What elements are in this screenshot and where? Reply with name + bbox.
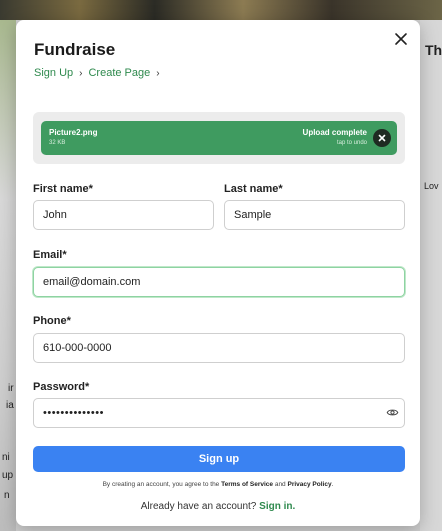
breadcrumb: Sign Up › Create Page ›	[34, 67, 166, 79]
first-name-label: First name*	[33, 183, 93, 195]
file-size: 32 KB	[49, 140, 66, 146]
password-field[interactable]	[33, 398, 405, 428]
undo-upload-button[interactable]	[373, 129, 391, 147]
phone-field[interactable]	[33, 333, 405, 363]
file-name: Picture2.png	[49, 128, 98, 137]
sign-up-button[interactable]: Sign up	[33, 446, 405, 472]
upload-area: Picture2.png 32 KB Upload complete tap t…	[33, 112, 405, 164]
terms-and: and	[274, 481, 286, 488]
upload-status: Upload complete	[302, 128, 367, 137]
eye-icon[interactable]	[386, 406, 399, 419]
email-label: Email*	[33, 249, 67, 261]
terms-prefix: By creating an account, you agree to the	[102, 481, 220, 488]
breadcrumb-item-sign-up[interactable]: Sign Up	[34, 67, 73, 79]
modal-title: Fundraise	[34, 40, 116, 59]
background-text: Lov	[424, 181, 439, 191]
sign-in-link[interactable]: Sign in.	[259, 501, 295, 512]
phone-label: Phone*	[33, 315, 71, 327]
background-heading: Th	[425, 42, 442, 58]
first-name-field[interactable]	[33, 200, 214, 230]
undo-hint: tap to undo	[336, 140, 367, 146]
close-icon	[378, 134, 386, 142]
privacy-policy-link[interactable]: Privacy Policy	[288, 481, 332, 488]
background-text: n	[4, 490, 10, 501]
breadcrumb-chevron-icon: ›	[79, 68, 83, 79]
sign-in-question: Already have an account?	[140, 501, 257, 512]
terms-text: By creating an account, you agree to the…	[16, 481, 420, 488]
fundraise-modal: Fundraise Sign Up › Create Page › Picture2.…	[16, 20, 420, 526]
background-right-strip	[420, 20, 442, 531]
breadcrumb-item-create-page[interactable]: Create Page	[88, 67, 150, 79]
breadcrumb-chevron-icon: ›	[156, 68, 160, 79]
last-name-field[interactable]	[224, 200, 405, 230]
password-wrapper	[33, 398, 405, 428]
sign-in-prompt: Already have an account? Sign in.	[16, 501, 420, 512]
upload-complete-card[interactable]: Picture2.png 32 KB Upload complete tap t…	[41, 121, 397, 155]
background-text: ia	[6, 400, 14, 411]
last-name-label: Last name*	[224, 183, 283, 195]
password-label: Password*	[33, 381, 90, 393]
background-hero-image	[0, 0, 442, 20]
close-icon[interactable]	[392, 30, 410, 48]
background-text: ni	[2, 452, 10, 463]
email-field[interactable]	[33, 267, 405, 297]
background-text: up	[2, 470, 14, 481]
background-text: ir	[8, 383, 14, 394]
terms-of-service-link[interactable]: Terms of Service	[221, 481, 273, 488]
terms-suffix: .	[331, 481, 334, 488]
